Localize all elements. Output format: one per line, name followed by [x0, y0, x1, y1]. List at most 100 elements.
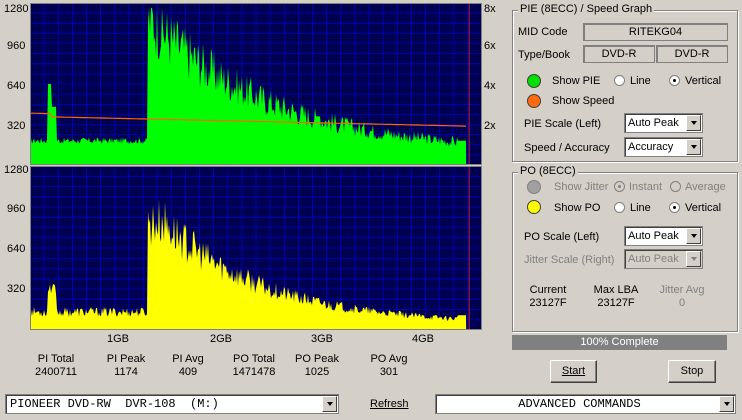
- pie-scale-select[interactable]: Auto Peak: [624, 113, 703, 133]
- jitter-color-swatch: [527, 180, 541, 194]
- speed-y-tick: 8x: [484, 3, 496, 15]
- speed-accuracy-value: Accuracy: [628, 141, 674, 153]
- pie-y-tick: 1280: [4, 3, 29, 15]
- stat-po-avg: PO Avg 301: [358, 353, 420, 379]
- show-pie-label[interactable]: Show PIE: [552, 75, 600, 87]
- pie-line-label[interactable]: Line: [630, 75, 651, 87]
- chevron-down-icon[interactable]: [686, 139, 701, 155]
- maxlba-label: Max LBA: [593, 284, 639, 296]
- drive-value: PIONEER DVD-RW DVR-108 (M:): [10, 397, 219, 411]
- progress-bar: 100% Complete: [512, 335, 727, 350]
- progress-text: 100% Complete: [580, 336, 659, 348]
- book-field: DVD-R: [656, 45, 728, 63]
- pie-scale-label: PIE Scale (Left): [524, 118, 602, 130]
- pie-y-tick: 640: [7, 80, 26, 92]
- stat-label: PI Avg: [172, 353, 204, 365]
- type-book-label: Type/Book: [518, 49, 570, 61]
- po-scale-label: PO Scale (Left): [524, 231, 600, 243]
- stat-pi-total: PI Total 2400711: [22, 353, 90, 379]
- stop-button[interactable]: Stop: [668, 360, 716, 383]
- current-label: Current: [529, 284, 567, 296]
- chevron-down-icon[interactable]: [719, 396, 734, 412]
- chevron-down-icon[interactable]: [686, 228, 701, 244]
- pie-y-tick: 320: [7, 120, 26, 132]
- po-y-tick: 960: [7, 203, 26, 215]
- show-po-label[interactable]: Show PO: [554, 202, 600, 214]
- po-line-label[interactable]: Line: [630, 202, 651, 214]
- stat-label: PO Total: [233, 353, 275, 365]
- po-line-radio[interactable]: [614, 202, 625, 213]
- po-scale-select[interactable]: Auto Peak: [624, 226, 703, 246]
- pie-speed-graph: [30, 3, 482, 165]
- po-scale-value: Auto Peak: [628, 230, 679, 242]
- speed-y-tick: 2x: [484, 120, 496, 132]
- mid-code-label: MID Code: [518, 26, 568, 38]
- stat-label: PO Avg: [370, 353, 408, 365]
- refresh-button[interactable]: Refresh: [370, 398, 409, 410]
- stat-pi-avg: PI Avg 409: [158, 353, 218, 379]
- stat-pi-peak: PI Peak 1174: [96, 353, 156, 379]
- show-jitter-label: Show Jitter: [554, 181, 609, 193]
- jitter-scale-value: Auto Peak: [628, 253, 679, 265]
- drive-select[interactable]: PIONEER DVD-RW DVR-108 (M:): [5, 394, 339, 414]
- pie-y-tick: 960: [7, 40, 26, 52]
- stat-po-peak: PO Peak 1025: [286, 353, 348, 379]
- x-tick: 4GB: [412, 333, 435, 345]
- pie-vertical-radio[interactable]: [669, 75, 680, 86]
- stat-value: 2400711: [34, 366, 77, 378]
- jitter-average-label: Average: [685, 181, 726, 193]
- po-y-tick: 640: [7, 243, 26, 255]
- stat-value: 409: [178, 366, 198, 378]
- stat-value: 301: [379, 366, 399, 378]
- stat-po-total: PO Total 1471478: [220, 353, 288, 379]
- po-group-title: PO (8ECC): [518, 165, 578, 177]
- po-graph: [30, 166, 482, 330]
- stat-value: 1025: [304, 366, 330, 378]
- jitter-average-radio: [670, 181, 681, 192]
- po-vertical-label[interactable]: Vertical: [685, 202, 721, 214]
- current-lba: Current 23127F: [522, 284, 574, 310]
- stat-value: 1174: [114, 366, 138, 378]
- stat-value: 1471478: [232, 366, 276, 378]
- pie-scale-value: Auto Peak: [628, 117, 679, 129]
- jitter-avg-label: Jitter Avg: [659, 284, 705, 296]
- stat-label: PI Total: [37, 353, 75, 365]
- advanced-value: ADVANCED COMMANDS: [518, 397, 641, 411]
- pie-vertical-label[interactable]: Vertical: [685, 75, 721, 87]
- mid-code-field: RITEKG04: [583, 23, 728, 41]
- max-lba: Max LBA 23127F: [588, 284, 644, 310]
- stat-label: PO Peak: [294, 353, 340, 365]
- po-y-tick: 320: [7, 283, 26, 295]
- po-color-swatch[interactable]: [527, 200, 541, 214]
- jitter-instant-label: Instant: [629, 181, 663, 193]
- pie-group-title: PIE (8ECC) / Speed Graph: [518, 3, 655, 15]
- x-tick: 2GB: [210, 333, 233, 345]
- pie-color-swatch[interactable]: [527, 74, 541, 88]
- maxlba-value: 23127F: [597, 297, 635, 309]
- start-button-label: Start: [561, 365, 586, 377]
- po-vertical-radio[interactable]: [669, 202, 680, 213]
- speed-color-swatch[interactable]: [527, 94, 541, 108]
- jitter-avg-value: 0: [678, 297, 686, 309]
- chevron-down-icon: [686, 251, 701, 267]
- current-value: 23127F: [529, 297, 567, 309]
- stat-label: PI Peak: [106, 353, 146, 365]
- type-field: DVD-R: [583, 45, 655, 63]
- jitter-scale-label: Jitter Scale (Right): [524, 254, 615, 266]
- speed-accuracy-select[interactable]: Accuracy: [624, 137, 703, 157]
- x-tick: 3GB: [311, 333, 334, 345]
- jitter-scale-select: Auto Peak: [624, 249, 703, 269]
- jitter-avg: Jitter Avg 0: [654, 284, 710, 310]
- chevron-down-icon[interactable]: [322, 396, 337, 412]
- start-button[interactable]: Start: [550, 360, 597, 383]
- chevron-down-icon[interactable]: [686, 115, 701, 131]
- stop-button-label: Stop: [680, 365, 704, 377]
- x-tick: 1GB: [107, 333, 130, 345]
- speed-accuracy-label: Speed / Accuracy: [524, 142, 610, 154]
- speed-y-tick: 4x: [484, 80, 496, 92]
- speed-y-tick: 6x: [484, 40, 496, 52]
- jitter-instant-radio: [614, 181, 625, 192]
- pie-line-radio[interactable]: [614, 75, 625, 86]
- show-speed-label[interactable]: Show Speed: [552, 95, 614, 107]
- advanced-commands-select[interactable]: ADVANCED COMMANDS: [435, 394, 736, 414]
